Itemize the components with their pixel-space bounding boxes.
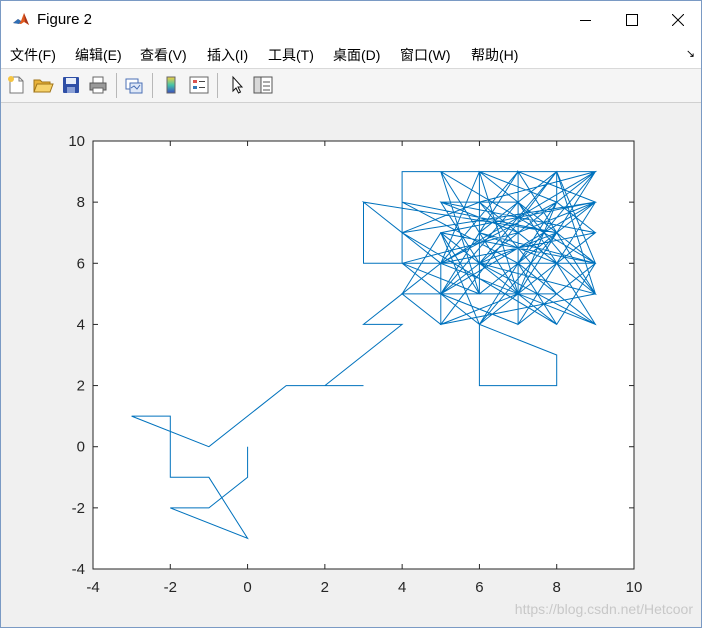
y-tick-label: 2 (77, 378, 85, 395)
x-tick-label: 6 (475, 579, 483, 596)
watermark: https://blog.csdn.net/Hetcoor (515, 601, 694, 617)
y-tick-label: 0 (77, 439, 85, 456)
x-tick-label: -4 (86, 579, 99, 596)
x-tick-label: 8 (553, 579, 561, 596)
y-tick-label: 4 (77, 316, 85, 333)
x-tick-label: 4 (398, 579, 406, 596)
y-tick-label: 10 (68, 133, 85, 150)
y-tick-label: -2 (72, 500, 85, 517)
x-tick-label: 2 (321, 579, 329, 596)
y-tick-label: 8 (77, 194, 85, 211)
y-tick-label: -4 (72, 561, 85, 578)
x-tick-label: 0 (243, 579, 251, 596)
y-tick-label: 6 (77, 255, 85, 272)
x-tick-label: 10 (626, 579, 643, 596)
figure-canvas: -4 -2 0 2 4 6 8 10 -4 -2 0 2 4 6 8 10 https://blog.csd… (68, 133, 694, 617)
x-tick-label: -2 (164, 579, 177, 596)
